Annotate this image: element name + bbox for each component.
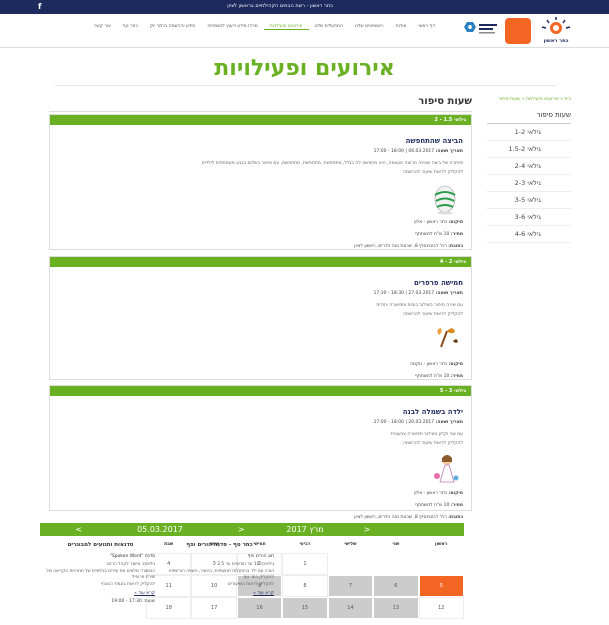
news-item-title[interactable]: כתר טף - סדנת הורים ופף	[165, 542, 274, 548]
news-columns: כתר טף - סדנת הורים ופף חוג הורים ופף גי…	[40, 536, 280, 604]
event-register-link[interactable]: להקליק לראות שיעור להרשמה	[58, 441, 463, 446]
breadcrumb[interactable]: בית » אירועים ופעילויות » שעות סיפור	[487, 96, 571, 103]
news-item: סדנאות ותנועים למבוגרים סדנת "Spoken Wor…	[46, 542, 155, 604]
event-age-header: גילאי 1.5 - 2	[50, 115, 471, 125]
event-age-header: גילאי 2 - 4	[50, 257, 471, 267]
sidebar-item-age-4-6[interactable]: גילאי 4-6	[487, 226, 571, 243]
sidebar-title: שעות סיפור	[487, 111, 571, 124]
read-more-link[interactable]: קרא עוד »	[46, 591, 155, 596]
event-register-link[interactable]: להקליק לראות שיעור להרשמה	[58, 170, 463, 175]
event-address: כתובת: רח' ז'בוטינסקי 8, שכונת נווה הדרי…	[354, 244, 463, 249]
site-header: כתר ראשון דף ראשי אודות ראשפטים שלנו המפ…	[0, 14, 609, 48]
logos: כתר ראשון	[459, 16, 575, 46]
news-date: 05.03.2017	[137, 525, 183, 534]
rishon-lezion-logo	[505, 18, 531, 44]
news-item-subtitle: חוג הורים ופף	[247, 554, 275, 559]
page-hero: אירועים ופעילויות	[0, 56, 609, 86]
egg-image	[427, 181, 463, 215]
calendar-day[interactable]: 1	[282, 553, 328, 575]
news-item-line: להקליק לראות השיעורים	[227, 581, 274, 587]
event-location: מיקום: כתר ראשון - אלון	[414, 491, 463, 496]
event-title[interactable]: הביצה שהתחפשה	[58, 137, 463, 145]
event-location: מיקום: כתר ראשון - נוקמה	[409, 362, 463, 367]
calendar-day	[327, 553, 374, 575]
news-next-icon[interactable]: >	[238, 525, 245, 534]
event-age-header: גילאי 3 - 5	[50, 386, 471, 396]
calendar-day[interactable]: 8	[282, 575, 328, 597]
calendar-month: מרץ 2017	[286, 525, 324, 534]
news-item-line: המשורר מלאים את שירים בכלאיים של תחרויות…	[46, 568, 155, 581]
nav-item-home[interactable]: דף ראשי	[412, 24, 441, 30]
main-nav: דף ראשי אודות ראשפטים שלנו המפעלים שלנו …	[88, 24, 441, 30]
calendar-day-name: ראשון	[435, 542, 448, 547]
calendar-day-name: שני	[392, 542, 400, 547]
news-header: < 05.03.2017 >	[40, 523, 280, 536]
section-title: שעות סיפור	[49, 96, 472, 112]
event-price: מחיר: 10 ש"ח למשתתף	[414, 374, 463, 379]
nav-item-our-projects[interactable]: המפעלים שלנו	[309, 24, 349, 30]
nav-item-our-heads[interactable]: ראשפטים שלנו	[349, 24, 390, 30]
logo-caption: כתר ראשון	[543, 38, 569, 44]
event-location: מיקום: כתר ראשון - אלון	[414, 220, 463, 225]
calendar-day[interactable]: 7	[327, 575, 374, 597]
news-item-title[interactable]: סדנאות ותנועים למבוגרים	[46, 542, 155, 548]
sidebar-item-age-2-3[interactable]: גילאי 2-3	[487, 175, 571, 192]
top-bar: f כתר ראשון - רשת הבתים הקהילתיים בראשון…	[0, 0, 609, 14]
news-prev-icon[interactable]: <	[75, 525, 82, 534]
event-register-link[interactable]: להקליק לראות שיעור להרשמה	[58, 312, 463, 317]
nav-item-contact[interactable]: צור קשר	[88, 24, 117, 30]
event-title[interactable]: ילדה בשמלה לבנה	[58, 408, 463, 416]
sidebar-item-age-1-2[interactable]: גילאי 1-2	[487, 124, 571, 141]
event-price: מחיר: 10 ש"ח למשתתף	[414, 232, 463, 237]
news-item: כתר טף - סדנת הורים ופף חוג הורים ופף גי…	[165, 542, 274, 604]
sidebar-item-age-3-5[interactable]: גילאי 3-5	[487, 192, 571, 209]
nav-item-about[interactable]: אודות	[390, 24, 413, 30]
main-content: שעות סיפור גילאי 1.5 - 2 הביצה שהתחפשה ת…	[49, 96, 472, 520]
facebook-icon[interactable]: f	[38, 2, 41, 11]
event-date: תאריך ושעה: 20.03.2017 | 18:00 - 17:00	[373, 420, 463, 425]
calendar-day[interactable]: 15	[282, 597, 328, 619]
calendar-day[interactable]: 6	[373, 575, 419, 597]
event-card: גילאי 3 - 5 ילדה בשמלה לבנה תאריך ושעה: …	[49, 385, 472, 520]
news-item-line: להקליק לראות בעמוד הנוכחי	[101, 581, 155, 587]
calendar-day[interactable]: 13	[373, 597, 419, 619]
sidebar-item-age-1.5-2[interactable]: גילאי 1.5-2	[487, 141, 571, 158]
keter-rishon-logo[interactable]: כתר ראשון	[537, 16, 575, 46]
calendar-day[interactable]: 14	[327, 597, 374, 619]
partner-logo	[459, 18, 499, 44]
event-address: כתובת: רח' ז'בוטינסקי 8, שכונת נווה הדרי…	[354, 515, 463, 520]
event-description: סיפורה של ביצה שאינה מרוצה מעצמה, היא מח…	[201, 161, 463, 166]
event-date: תאריך ושעה: 06.03.2017 | 18:00 - 17:00	[373, 149, 463, 154]
calendar-day[interactable]: 12	[418, 597, 464, 619]
sidebar: בית » אירועים ופעילויות » שעות סיפור שעו…	[487, 96, 571, 243]
event-description: עם שירה סיפור בשילוב בובות ותפאורה יחודי…	[376, 303, 463, 308]
top-tagline: כתר ראשון - רשת הבתים הקהילתיים בראשון ל…	[227, 3, 333, 9]
title-divider	[54, 85, 555, 86]
news-item-time: שעות: 17:30 - 19:00	[111, 599, 155, 604]
news-panel: < 05.03.2017 > כתר טף - סדנת הורים ופף ח…	[40, 523, 280, 604]
event-card: גילאי 2 - 4 חמישה פרפרים תאריך ושעה: 27.…	[49, 256, 472, 391]
event-price: מחיר: 10 ש"ח למשתתף	[414, 503, 463, 508]
read-more-link[interactable]: קרא עוד »	[165, 591, 274, 596]
event-card: גילאי 1.5 - 2 הביצה שהתחפשה תאריך ושעה: …	[49, 114, 472, 250]
sidebar-item-age-3-6[interactable]: גילאי 3-6	[487, 209, 571, 226]
calendar-day[interactable]: 5	[418, 575, 464, 597]
event-title[interactable]: חמישה פרפרים	[58, 279, 463, 287]
sidebar-item-age-2-4[interactable]: גילאי 2-4	[487, 158, 571, 175]
nav-item-events[interactable]: אירועים ופעילויות	[263, 24, 309, 30]
calendar-day	[418, 553, 464, 575]
calendar-day-name: שלישי	[344, 542, 357, 547]
nav-item-family-center[interactable]: מרכז מידע וייעוץ למשפחה	[201, 24, 263, 30]
butterflies-image	[427, 323, 463, 357]
news-item-subtitle: סדנת "Spoken Word"	[109, 554, 155, 559]
nav-item-keter-taf[interactable]: כתר טף	[117, 24, 144, 30]
page-title: אירועים ופעילויות	[214, 56, 395, 81]
calendar-day	[373, 553, 419, 575]
event-description: עם שני וקלון בשילוב תפאורה צבעונית	[390, 432, 463, 437]
nav-item-registration[interactable]: מידע והרשמה בכתר יוק	[144, 24, 201, 30]
calendar-day-name: רביעי	[299, 542, 311, 547]
girl-in-dress-image	[427, 452, 463, 486]
event-date: תאריך ושעה: 27.03.2017 | 18:30 - 17:30	[373, 291, 463, 296]
calendar-next-icon[interactable]: >	[364, 525, 371, 534]
